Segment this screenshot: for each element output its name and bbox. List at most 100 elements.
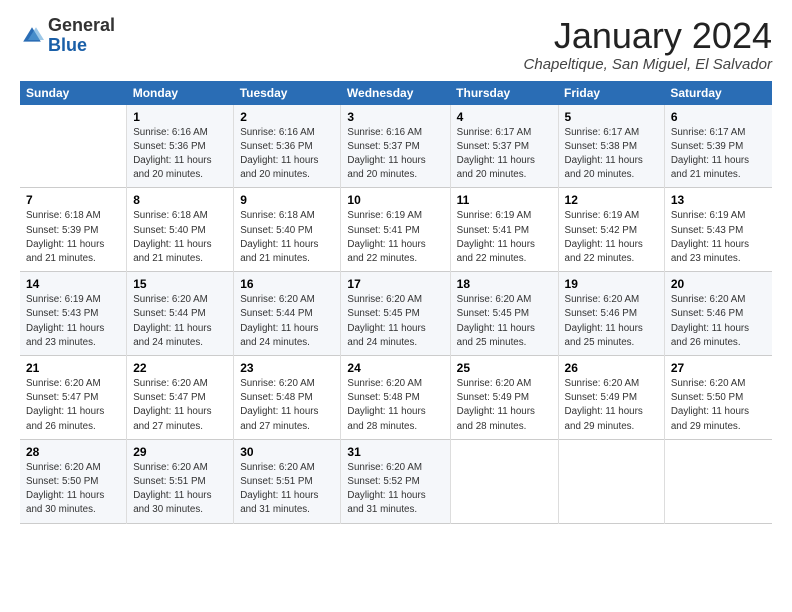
day-number: 28 — [26, 445, 120, 459]
day-info: Sunrise: 6:18 AM Sunset: 5:39 PM Dayligh… — [26, 209, 120, 266]
cell-w4-d2: 23Sunrise: 6:20 AM Sunset: 5:48 PM Dayli… — [234, 356, 341, 440]
day-info: Sunrise: 6:20 AM Sunset: 5:51 PM Dayligh… — [133, 461, 227, 518]
cell-w4-d6: 27 Sunrise: 6:20 AM Sunset: 5:50 PM Dayli… — [664, 356, 772, 440]
day-number: 5 — [565, 110, 658, 124]
header-friday: Friday — [558, 81, 664, 105]
week-row-3: 14 Sunrise: 6:19 AM Sunset: 5:43 PM Dayli… — [20, 272, 772, 356]
cell-w3-d2: 16 Sunrise: 6:20 AM Sunset: 5:44 PM Dayli… — [234, 272, 341, 356]
header-tuesday: Tuesday — [234, 81, 341, 105]
cell-w4-d0: 21Sunrise: 6:20 AM Sunset: 5:47 PM Dayli… — [20, 356, 127, 440]
day-number: 25 — [457, 361, 552, 375]
header-saturday: Saturday — [664, 81, 772, 105]
day-number: 12 — [565, 193, 658, 207]
day-number: 8 — [133, 193, 227, 207]
day-info: Sunrise: 6:20 AM Sunset: 5:45 PM Dayligh… — [347, 293, 443, 350]
day-info: Sunrise: 6:20 AM Sunset: 5:47 PM Dayligh… — [26, 377, 120, 434]
day-number: 31 — [347, 445, 443, 459]
day-info: Sunrise: 6:20 AM Sunset: 5:49 PM Dayligh… — [565, 377, 658, 434]
day-info: Sunrise: 6:17 AM Sunset: 5:39 PM Dayligh… — [671, 126, 766, 183]
cell-w2-d6: 13 Sunrise: 6:19 AM Sunset: 5:43 PM Dayli… — [664, 188, 772, 272]
day-number: 17 — [347, 277, 443, 291]
calendar-page: General Blue January 2024 Chapeltique, S… — [0, 0, 792, 612]
header-thursday: Thursday — [450, 81, 558, 105]
day-number: 13 — [671, 193, 766, 207]
cell-w3-d6: 20Sunrise: 6:20 AM Sunset: 5:46 PM Dayli… — [664, 272, 772, 356]
cell-w1-d1: 1 Sunrise: 6:16 AM Sunset: 5:36 PM Daylig… — [127, 105, 234, 188]
logo-text: General Blue — [48, 16, 115, 56]
day-info: Sunrise: 6:18 AM Sunset: 5:40 PM Dayligh… — [240, 209, 334, 266]
day-number: 23 — [240, 361, 334, 375]
day-info: Sunrise: 6:16 AM Sunset: 5:37 PM Dayligh… — [347, 126, 443, 183]
cell-w2-d1: 8 Sunrise: 6:18 AM Sunset: 5:40 PM Daylig… — [127, 188, 234, 272]
day-number: 18 — [457, 277, 552, 291]
location-subtitle: Chapeltique, San Miguel, El Salvador — [524, 56, 772, 73]
day-number: 3 — [347, 110, 443, 124]
title-block: January 2024 Chapeltique, San Miguel, El… — [524, 16, 772, 73]
week-row-1: 1 Sunrise: 6:16 AM Sunset: 5:36 PM Daylig… — [20, 105, 772, 188]
day-info: Sunrise: 6:20 AM Sunset: 5:50 PM Dayligh… — [26, 461, 120, 518]
cell-w5-d1: 29 Sunrise: 6:20 AM Sunset: 5:51 PM Dayli… — [127, 439, 234, 523]
cell-w3-d3: 17 Sunrise: 6:20 AM Sunset: 5:45 PM Dayli… — [341, 272, 450, 356]
cell-w4-d5: 26 Sunrise: 6:20 AM Sunset: 5:49 PM Dayli… — [558, 356, 664, 440]
weekday-header-row: Sunday Monday Tuesday Wednesday Thursday… — [20, 81, 772, 105]
calendar-table: Sunday Monday Tuesday Wednesday Thursday… — [20, 81, 772, 524]
day-info: Sunrise: 6:18 AM Sunset: 5:40 PM Dayligh… — [133, 209, 227, 266]
day-info: Sunrise: 6:19 AM Sunset: 5:43 PM Dayligh… — [671, 209, 766, 266]
cell-w4-d1: 22Sunrise: 6:20 AM Sunset: 5:47 PM Dayli… — [127, 356, 234, 440]
day-info: Sunrise: 6:17 AM Sunset: 5:37 PM Dayligh… — [457, 126, 552, 183]
cell-w1-d4: 4Sunrise: 6:17 AM Sunset: 5:37 PM Daylig… — [450, 105, 558, 188]
cell-w3-d0: 14 Sunrise: 6:19 AM Sunset: 5:43 PM Dayli… — [20, 272, 127, 356]
day-number: 2 — [240, 110, 334, 124]
day-number: 29 — [133, 445, 227, 459]
day-info: Sunrise: 6:20 AM Sunset: 5:48 PM Dayligh… — [347, 377, 443, 434]
day-info: Sunrise: 6:20 AM Sunset: 5:46 PM Dayligh… — [565, 293, 658, 350]
week-row-4: 21Sunrise: 6:20 AM Sunset: 5:47 PM Dayli… — [20, 356, 772, 440]
day-info: Sunrise: 6:16 AM Sunset: 5:36 PM Dayligh… — [240, 126, 334, 183]
cell-w1-d2: 2 Sunrise: 6:16 AM Sunset: 5:36 PM Daylig… — [234, 105, 341, 188]
cell-w5-d3: 31 Sunrise: 6:20 AM Sunset: 5:52 PM Dayli… — [341, 439, 450, 523]
day-number: 15 — [133, 277, 227, 291]
day-info: Sunrise: 6:20 AM Sunset: 5:46 PM Dayligh… — [671, 293, 766, 350]
header-monday: Monday — [127, 81, 234, 105]
day-number: 7 — [26, 193, 120, 207]
day-info: Sunrise: 6:16 AM Sunset: 5:36 PM Dayligh… — [133, 126, 227, 183]
day-info: Sunrise: 6:20 AM Sunset: 5:45 PM Dayligh… — [457, 293, 552, 350]
week-row-2: 7 Sunrise: 6:18 AM Sunset: 5:39 PM Daylig… — [20, 188, 772, 272]
day-number: 10 — [347, 193, 443, 207]
day-info: Sunrise: 6:20 AM Sunset: 5:47 PM Dayligh… — [133, 377, 227, 434]
day-number: 1 — [133, 110, 227, 124]
day-info: Sunrise: 6:19 AM Sunset: 5:43 PM Dayligh… — [26, 293, 120, 350]
cell-w2-d5: 12 Sunrise: 6:19 AM Sunset: 5:42 PM Dayli… — [558, 188, 664, 272]
day-info: Sunrise: 6:20 AM Sunset: 5:44 PM Dayligh… — [240, 293, 334, 350]
logo-blue: Blue — [48, 35, 87, 55]
cell-w1-d5: 5Sunrise: 6:17 AM Sunset: 5:38 PM Daylig… — [558, 105, 664, 188]
day-info: Sunrise: 6:20 AM Sunset: 5:50 PM Dayligh… — [671, 377, 766, 434]
cell-w2-d3: 10Sunrise: 6:19 AM Sunset: 5:41 PM Dayli… — [341, 188, 450, 272]
day-info: Sunrise: 6:20 AM Sunset: 5:52 PM Dayligh… — [347, 461, 443, 518]
day-number: 26 — [565, 361, 658, 375]
day-number: 6 — [671, 110, 766, 124]
week-row-5: 28 Sunrise: 6:20 AM Sunset: 5:50 PM Dayli… — [20, 439, 772, 523]
header-sunday: Sunday — [20, 81, 127, 105]
day-number: 9 — [240, 193, 334, 207]
cell-w2-d2: 9 Sunrise: 6:18 AM Sunset: 5:40 PM Daylig… — [234, 188, 341, 272]
cell-w5-d5 — [558, 439, 664, 523]
cell-w1-d6: 6 Sunrise: 6:17 AM Sunset: 5:39 PM Daylig… — [664, 105, 772, 188]
logo-icon — [20, 24, 44, 48]
day-number: 27 — [671, 361, 766, 375]
day-number: 16 — [240, 277, 334, 291]
day-info: Sunrise: 6:19 AM Sunset: 5:41 PM Dayligh… — [457, 209, 552, 266]
cell-w1-d3: 3 Sunrise: 6:16 AM Sunset: 5:37 PM Daylig… — [341, 105, 450, 188]
cell-w5-d4 — [450, 439, 558, 523]
day-number: 14 — [26, 277, 120, 291]
logo: General Blue — [20, 16, 115, 56]
day-info: Sunrise: 6:20 AM Sunset: 5:51 PM Dayligh… — [240, 461, 334, 518]
cell-w3-d1: 15Sunrise: 6:20 AM Sunset: 5:44 PM Dayli… — [127, 272, 234, 356]
cell-w1-d0 — [20, 105, 127, 188]
cell-w5-d6 — [664, 439, 772, 523]
day-number: 30 — [240, 445, 334, 459]
day-info: Sunrise: 6:19 AM Sunset: 5:42 PM Dayligh… — [565, 209, 658, 266]
month-title: January 2024 — [524, 16, 772, 56]
day-number: 19 — [565, 277, 658, 291]
header-wednesday: Wednesday — [341, 81, 450, 105]
